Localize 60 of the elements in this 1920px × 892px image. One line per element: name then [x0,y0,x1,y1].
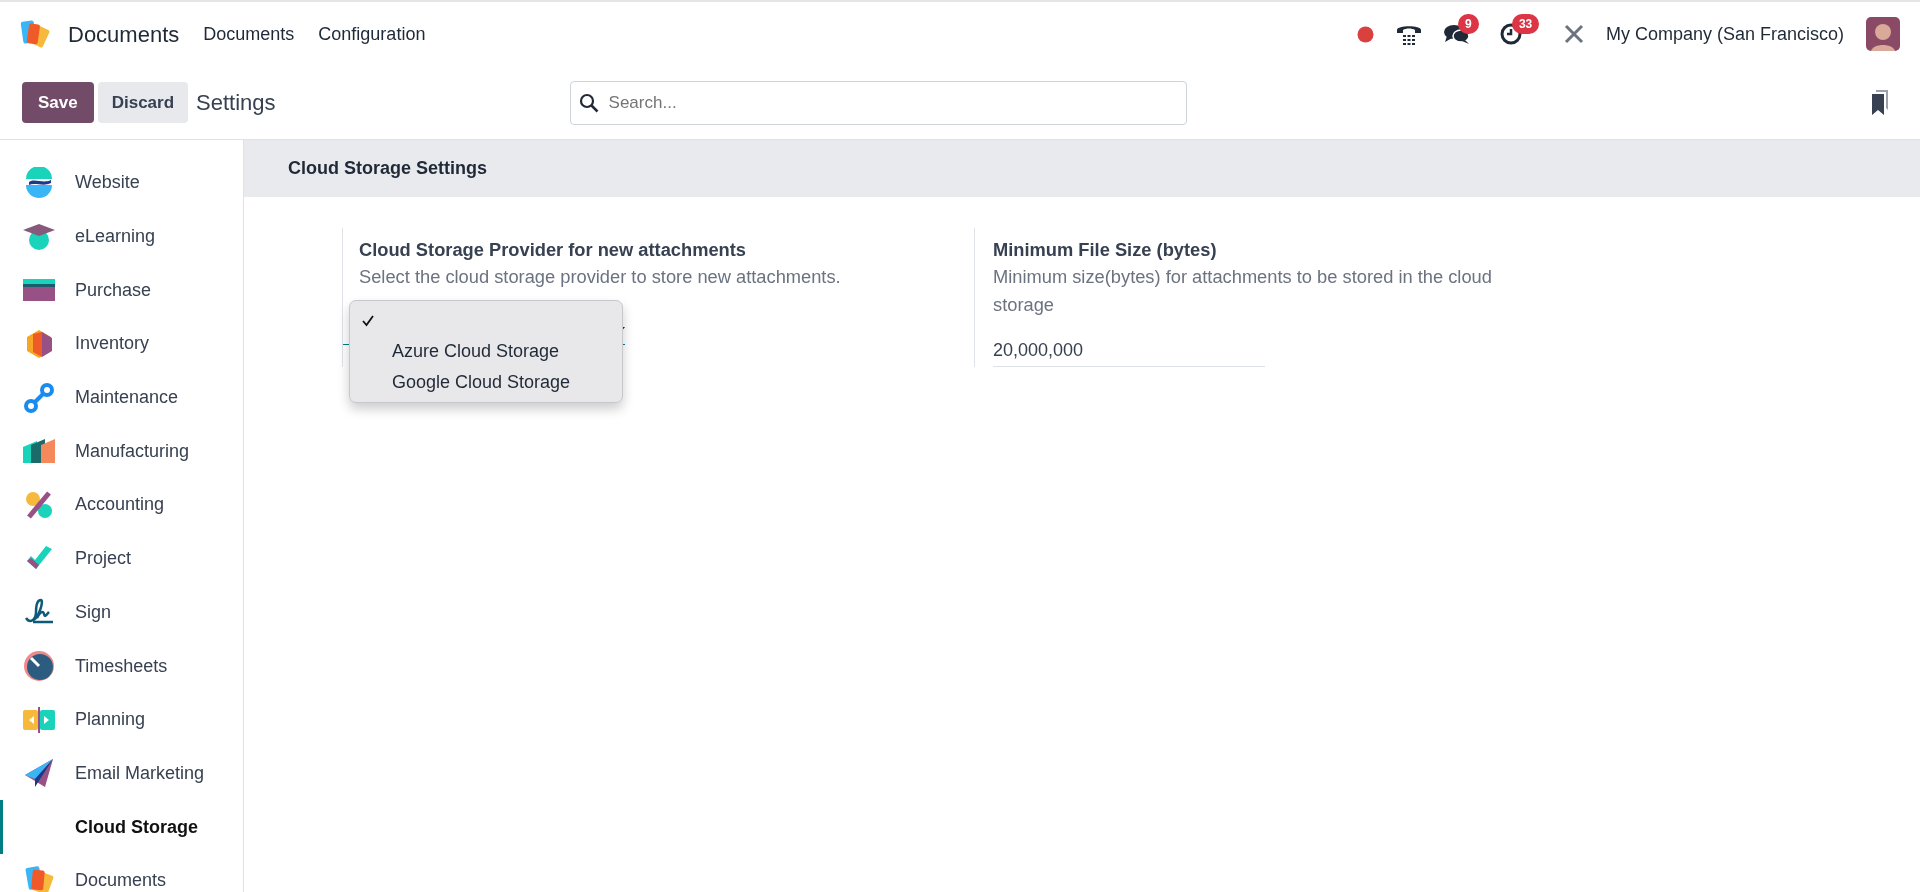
sidebar-label: Accounting [75,493,165,517]
sidebar-label: Planning [75,708,146,732]
setting-title: Cloud Storage Provider for new attachments [359,238,748,262]
save-button[interactable]: Save [22,81,94,124]
search-icon [578,92,599,113]
breadcrumb: Settings [196,89,276,117]
sidebar-label: Maintenance [75,386,179,410]
sidebar-label: eLearning [75,225,156,249]
app-icon [23,650,55,683]
sidebar-item[interactable]: Manufacturing [0,424,243,479]
sidebar-label: Cloud Storage [75,815,198,839]
option-label: Google Cloud Storage [392,371,571,395]
search-bar[interactable]: Search... [569,80,1187,125]
company-switcher[interactable]: My Company (San Francisco) [1605,20,1844,48]
app-name[interactable]: Documents [68,17,180,51]
discard-button[interactable]: Discard [97,81,189,124]
sidebar-item[interactable]: eLearning [0,209,243,264]
message-count: 9 [1457,14,1479,34]
min-size-input[interactable]: 20,000,000 [993,335,1265,368]
sidebar-label: Timesheets [75,654,168,678]
sidebar-label: Documents [75,869,167,892]
avatar-icon[interactable] [1866,17,1900,51]
sidebar-item[interactable]: Email Marketing [0,746,243,801]
menu-item[interactable]: Documents [203,20,295,48]
app-icon [23,864,55,892]
sidebar-label: Purchase [75,278,152,302]
sidebar-item[interactable]: Maintenance [0,370,243,425]
check-icon [362,314,374,327]
bookmark-icon[interactable] [1870,89,1890,116]
setting-title: Minimum File Size (bytes) [993,238,1218,262]
dropdown-option[interactable]: Azure Cloud Storage [350,336,622,368]
sidebar-item[interactable]: Sign [0,585,243,640]
sidebar-item[interactable]: Website [0,156,243,210]
sidebar-label: Project [75,547,132,571]
activity-count: 33 [1511,14,1540,34]
sidebar-label: Manufacturing [75,439,190,463]
sidebar-item[interactable]: Planning [0,692,243,747]
sidebar-item[interactable]: Purchase [0,263,243,318]
sidebar-label: Inventory [75,332,150,356]
sidebar-item[interactable]: Accounting [0,478,243,532]
app-icon [23,381,55,414]
sidebar-item[interactable]: Documents [0,853,243,892]
section-header: Cloud Storage Settings [244,140,1920,197]
sidebar-item[interactable]: Timesheets [0,639,243,693]
setting-description: Minimum size(bytes) for attachments to be stored in the cloud storage [993,265,1493,318]
app-icon [23,166,55,199]
sidebar-item[interactable]: Project [0,531,243,586]
setting-description: Select the cloud storage provider to store new attachments. [359,265,842,290]
sidebar-item[interactable]: Inventory [0,317,243,371]
sidebar-label: Email Marketing [75,761,205,785]
app-logo-icon[interactable] [20,18,52,50]
sidebar-label: Sign [75,600,112,624]
option-label: Azure Cloud Storage [392,340,560,364]
app-icon [23,757,55,790]
sidebar-item[interactable]: Cloud Storage [0,800,243,854]
dropdown-option[interactable]: Google Cloud Storage [350,367,622,399]
search-input[interactable]: Search... [606,88,1178,117]
menu-item[interactable]: Configuration [318,20,426,48]
sidebar-label: Website [75,171,140,195]
status-dot-icon[interactable] [1356,25,1374,43]
